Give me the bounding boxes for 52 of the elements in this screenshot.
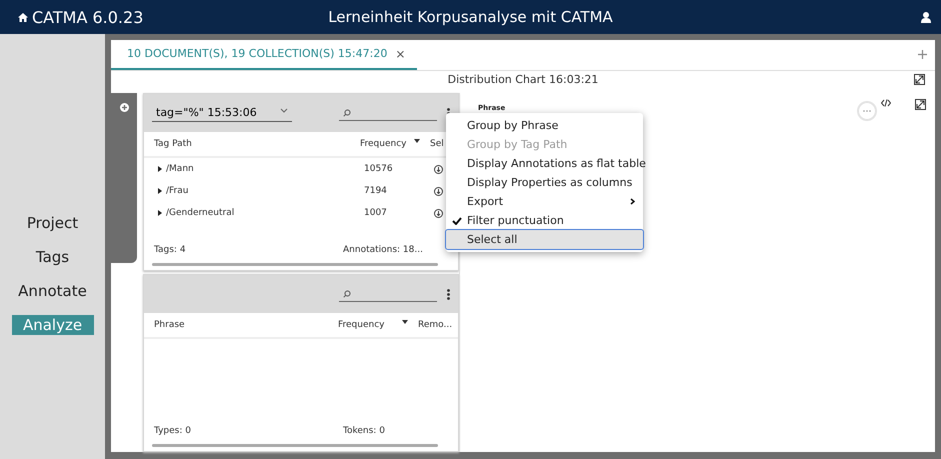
menu-item[interactable]: Display Properties as columns: [446, 173, 643, 192]
footer-text: Tokens: 0: [343, 426, 386, 436]
table-cell: /Mann: [166, 164, 194, 174]
nav-item[interactable]: Annotate: [10, 280, 95, 300]
column-header[interactable]: Phrase: [154, 320, 338, 330]
home-icon[interactable]: [18, 12, 28, 22]
footer-text: Annotations: 18...: [343, 245, 424, 255]
menu-item[interactable]: Filter punctuation: [446, 211, 643, 230]
nav-item[interactable]: Tags: [28, 246, 78, 266]
menu-item[interactable]: Select all: [446, 230, 643, 249]
menu-item[interactable]: Display Annotations as flat table: [446, 154, 643, 173]
footer-text: Types: 0: [154, 426, 192, 436]
chevron-icon: [280, 106, 288, 114]
more-icon[interactable]: [447, 288, 450, 300]
code-icon[interactable]: [881, 99, 891, 107]
table-cell-text: 1007: [364, 208, 388, 218]
search-icon: [343, 108, 351, 116]
expand-icon[interactable]: [915, 99, 926, 110]
expand-icon[interactable]: [158, 166, 162, 172]
column-header[interactable]: Frequency: [360, 139, 406, 149]
column-header[interactable]: Remo...: [418, 320, 458, 330]
column-header[interactable]: Tag Path: [154, 139, 360, 149]
scrollbar[interactable]: [152, 444, 438, 447]
nav-item[interactable]: Analyze: [12, 314, 94, 334]
table-cell-text: 10576: [364, 164, 394, 174]
tab[interactable]: 10 DOCUMENT(S), 19 COLLECTION(S) 15:47:20 ×: [111, 40, 418, 70]
project-title: Lerneinheit Korpusanalyse mit CATMA: [328, 8, 613, 26]
expand-icon[interactable]: [158, 188, 162, 194]
add-circle-icon[interactable]: [120, 103, 128, 112]
sort-icon[interactable]: [414, 139, 420, 143]
expand-icon[interactable]: [158, 210, 162, 216]
select-icon[interactable]: [434, 164, 443, 174]
collapse-icon[interactable]: [914, 74, 925, 86]
add-icon[interactable]: [918, 50, 927, 60]
user-icon[interactable]: [921, 12, 931, 22]
table-cell: /Genderneutral: [166, 208, 234, 218]
select-icon[interactable]: [434, 208, 443, 218]
app-title: CATMA 6.0.23: [32, 8, 144, 26]
close-icon[interactable]: ×: [395, 46, 406, 61]
scrollbar[interactable]: [152, 263, 438, 266]
select-icon[interactable]: [434, 186, 443, 196]
search-icon: [343, 290, 351, 298]
column-header[interactable]: Frequency: [338, 320, 384, 330]
table-cell: /Frau: [166, 186, 188, 196]
view-title: Distribution Chart 16:03:21: [448, 73, 598, 86]
table-cell-text: 7194: [364, 186, 388, 196]
nav-item[interactable]: Project: [18, 212, 86, 232]
footer-text: Tags: 4: [154, 245, 187, 255]
tab-label: 10 DOCUMENT(S), 19 COLLECTION(S) 15:47:20: [127, 47, 388, 60]
menu-item[interactable]: Export: [446, 192, 643, 211]
sort-icon[interactable]: [402, 320, 408, 324]
menu-item[interactable]: Group by Phrase: [446, 116, 643, 135]
